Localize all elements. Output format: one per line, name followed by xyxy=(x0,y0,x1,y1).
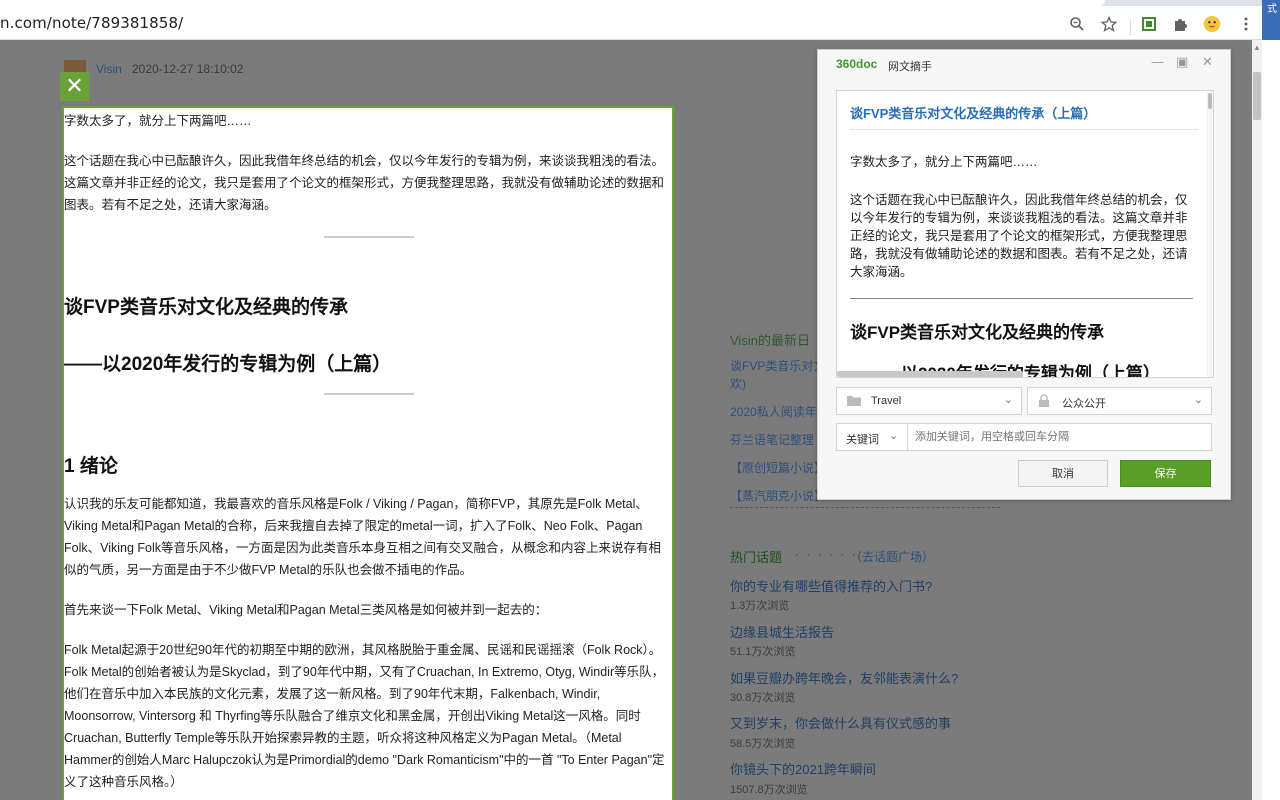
profile-icon[interactable] xyxy=(1203,15,1221,33)
chevron-down-icon: ⌄ xyxy=(1003,393,1013,406)
minimize-icon[interactable]: — xyxy=(1151,55,1164,70)
folder-icon xyxy=(847,394,861,409)
latest-note-link[interactable]: 欢) xyxy=(730,375,746,392)
puzzle-icon[interactable] xyxy=(1172,15,1190,33)
author-name[interactable]: Visin xyxy=(96,62,122,76)
hot-topic-link[interactable]: 你的专业有哪些值得推荐的入门书? xyxy=(730,576,932,595)
zoom-icon[interactable] xyxy=(1068,15,1086,33)
preview-hscrollbar[interactable] xyxy=(837,371,1023,377)
preview-title: 谈FVP类音乐对文化及经典的传承（上篇） xyxy=(850,106,1097,121)
clip-preview[interactable]: 谈FVP类音乐对文化及经典的传承（上篇） 字数太多了，就分上下两篇吧…… 这个话… xyxy=(836,90,1214,378)
article-paragraph: 首先来谈一下Folk Metal、Viking Metal和Pagan Meta… xyxy=(64,603,548,617)
latest-note-link[interactable]: 【蒸汽朋克小说】 xyxy=(730,487,826,504)
article-paragraph: 这个话题在我心中已酝酿许久，因此我借年终总结的机会，仅以今年发行的专辑为例，来谈… xyxy=(64,154,665,212)
page-scrollbar[interactable] xyxy=(1252,40,1262,800)
scroll-up-arrow[interactable]: ▲ xyxy=(1253,43,1261,52)
visibility-value: 公众公开 xyxy=(1062,398,1106,410)
latest-notes-title: Visin的最新日 xyxy=(730,333,810,348)
visibility-select[interactable]: 公众公开 ⌄ xyxy=(1027,387,1212,415)
hot-topic-views: 30.8万次浏览 xyxy=(730,692,796,704)
hot-topic-views: 1.3万次浏览 xyxy=(730,600,790,612)
save-button[interactable]: 保存 xyxy=(1120,460,1211,487)
hot-topic-views: 58.5万次浏览 xyxy=(730,738,796,750)
chevron-down-icon: ⌄ xyxy=(1193,393,1203,406)
post-date: 2020-12-27 18:10:02 xyxy=(132,62,244,76)
preview-scrollbar-thumb[interactable] xyxy=(1208,93,1212,109)
restore-icon[interactable]: ▣ xyxy=(1176,55,1188,70)
topic-square-link[interactable]: （去话题广场） xyxy=(850,548,934,565)
close-icon[interactable]: ✕ xyxy=(1202,55,1213,70)
address-bar-url[interactable]: n.com/note/789381858/ xyxy=(0,14,183,32)
extension-360-icon[interactable] xyxy=(1140,15,1158,33)
hot-topics-dots: · · · · · · xyxy=(795,547,858,561)
preview-paragraph: 这个话题在我心中已酝酿许久，因此我借年终总结的机会，仅以今年发行的专辑为例，来谈… xyxy=(850,193,1188,279)
preview-intro: 字数太多了，就分上下两篇吧…… xyxy=(850,155,1038,169)
section-heading: 1 绪论 xyxy=(64,456,118,477)
article-paragraph: Folk Metal起源于20世纪90年代的初期至中期的欧洲，其风格脱胎于重金属… xyxy=(64,643,665,789)
hot-topic-link[interactable]: 又到岁末，你会做什么具有仪式感的事 xyxy=(730,713,951,732)
article-subheading: ——以2020年发行的专辑为例（上篇） xyxy=(64,354,392,375)
keyword-type-select[interactable]: 关键词 ⌄ xyxy=(836,423,908,451)
browser-toolbar: n.com/note/789381858/ xyxy=(0,6,1262,40)
article-divider xyxy=(324,393,414,395)
article-heading: 谈FVP类音乐对文化及经典的传承 xyxy=(64,297,348,318)
toolbar-separator xyxy=(1130,19,1131,35)
sidebar-divider xyxy=(730,507,1000,508)
latest-note-link[interactable]: 芬兰语笔记整理 xyxy=(730,431,814,448)
hot-topic-link[interactable]: 边缘县城生活报告 xyxy=(730,622,834,641)
article-divider xyxy=(324,236,414,238)
menu-icon[interactable] xyxy=(1237,15,1255,33)
article-intro: 字数太多了，就分上下两篇吧…… xyxy=(64,114,252,128)
page-scrollbar-thumb[interactable] xyxy=(1253,72,1261,120)
latest-note-link[interactable]: 【原创短篇小说】 xyxy=(730,459,826,476)
side-panel-edge-text: 式 xyxy=(1267,4,1277,15)
chevron-down-icon: ⌄ xyxy=(889,429,899,442)
preview-divider xyxy=(850,298,1193,299)
selected-article: 字数太多了，就分上下两篇吧…… 这个话题在我心中已酝酿许久，因此我借年终总结的机… xyxy=(62,106,674,800)
category-select[interactable]: Travel ⌄ xyxy=(836,387,1022,415)
clipper-title: 网文摘手 xyxy=(888,60,932,73)
clipper-dialog: 360doc 网文摘手 — ▣ ✕ 谈FVP类音乐对文化及经典的传承（上篇） 字… xyxy=(817,49,1231,500)
category-value: Travel xyxy=(871,395,902,407)
hot-topic-link[interactable]: 你镜头下的2021跨年瞬间 xyxy=(730,759,876,778)
hot-topic-views: 1507.8万次浏览 xyxy=(730,784,808,796)
hot-topic-link[interactable]: 如果豆瓣办跨年晚会，友邻能表演什么? xyxy=(730,668,958,687)
latest-note-link[interactable]: 2020私人阅读年 xyxy=(730,403,817,420)
latest-note-link[interactable]: 谈FVP类音乐对文 xyxy=(730,357,825,374)
preview-scrollbar[interactable] xyxy=(1207,91,1213,377)
article-paragraph: 认识我的乐友可能都知道，我最喜欢的音乐风格是Folk / Viking / Pa… xyxy=(64,497,662,577)
preview-title-divider xyxy=(850,129,1198,130)
cancel-button[interactable]: 取消 xyxy=(1018,460,1108,487)
keyword-label: 关键词 xyxy=(846,434,879,446)
lock-icon xyxy=(1038,394,1050,410)
clipper-logo: 360doc xyxy=(836,57,878,71)
close-selection-button[interactable]: ✕ xyxy=(60,72,89,101)
preview-heading: 谈FVP类音乐对文化及经典的传承 xyxy=(850,323,1105,342)
hot-topic-views: 51.1万次浏览 xyxy=(730,646,796,658)
keyword-input[interactable] xyxy=(908,423,1212,451)
hot-topics-title: 热门话题 xyxy=(730,550,783,565)
star-icon[interactable] xyxy=(1100,15,1118,33)
